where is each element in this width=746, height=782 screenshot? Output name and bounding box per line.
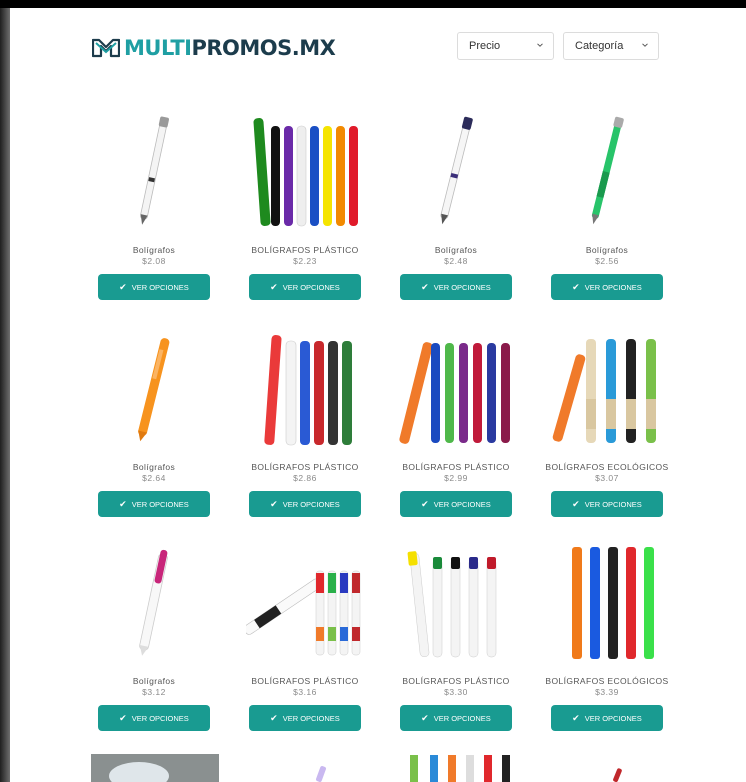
top-bar <box>0 0 746 8</box>
product-price: $2.86 <box>293 473 317 483</box>
check-icon: ✔ <box>119 712 127 723</box>
product-price: $2.64 <box>142 473 166 483</box>
view-options-button[interactable]: ✔ VER OPCIONES <box>98 274 210 300</box>
product-image[interactable] <box>397 112 515 230</box>
view-options-label: VER OPCIONES <box>433 713 491 723</box>
chevron-down-icon <box>537 43 543 47</box>
product-image[interactable] <box>548 543 666 661</box>
view-options-button[interactable]: ✔ VER OPCIONES <box>551 491 663 517</box>
product-price: $2.48 <box>444 256 468 266</box>
product-price: $3.39 <box>595 687 619 697</box>
check-icon: ✔ <box>572 498 580 509</box>
check-icon: ✔ <box>572 712 580 723</box>
chevron-down-icon <box>642 43 648 47</box>
view-options-button[interactable]: ✔ VER OPCIONES <box>400 491 512 517</box>
view-options-label: VER OPCIONES <box>584 499 642 509</box>
product-image[interactable] <box>246 112 364 230</box>
view-options-label: VER OPCIONES <box>131 282 189 292</box>
product-image[interactable] <box>397 543 515 661</box>
category-filter-label: Categoría <box>575 40 624 52</box>
product-price: $2.08 <box>142 256 166 266</box>
product-name: BOLÍGRAFOS PLÁSTICO <box>402 676 510 686</box>
product-name: BOLÍGRAFOS ECOLÓGICOS <box>545 462 669 472</box>
brand-name-part1: MULTI <box>124 36 192 60</box>
product-image[interactable] <box>608 768 626 782</box>
product-name: BOLÍGRAFOS PLÁSTICO <box>251 676 359 686</box>
view-options-button[interactable]: ✔ VER OPCIONES <box>400 274 512 300</box>
product-image[interactable] <box>246 543 364 661</box>
product-price: $3.07 <box>595 473 619 483</box>
envelope-logo-icon <box>92 38 120 58</box>
side-shadow <box>0 8 10 782</box>
check-icon: ✔ <box>572 281 580 292</box>
product-name: Bolígrafos <box>132 462 176 472</box>
product-name: Bolígrafos <box>585 245 629 255</box>
product-price: $2.56 <box>595 256 619 266</box>
check-icon: ✔ <box>421 281 429 292</box>
check-icon: ✔ <box>270 498 278 509</box>
product-name: BOLÍGRAFOS PLÁSTICO <box>402 462 510 472</box>
product-name: BOLÍGRAFOS PLÁSTICO <box>251 245 359 255</box>
product-price: $3.16 <box>293 687 317 697</box>
check-icon: ✔ <box>421 498 429 509</box>
check-icon: ✔ <box>119 281 127 292</box>
view-options-label: VER OPCIONES <box>131 713 189 723</box>
brand-name-part2: PROMOS.MX <box>191 36 336 60</box>
product-name: Bolígrafos <box>132 245 176 255</box>
view-options-button[interactable]: ✔ VER OPCIONES <box>98 705 210 731</box>
product-name: BOLÍGRAFOS ECOLÓGICOS <box>545 676 669 686</box>
view-options-button[interactable]: ✔ VER OPCIONES <box>551 274 663 300</box>
check-icon: ✔ <box>270 712 278 723</box>
product-name: BOLÍGRAFOS PLÁSTICO <box>251 462 359 472</box>
view-options-label: VER OPCIONES <box>282 713 340 723</box>
view-options-label: VER OPCIONES <box>282 499 340 509</box>
product-price: $2.99 <box>444 473 468 483</box>
product-image[interactable] <box>91 754 219 782</box>
view-options-button[interactable]: ✔ VER OPCIONES <box>400 705 512 731</box>
product-name: Bolígrafos <box>132 676 176 686</box>
product-image[interactable] <box>95 329 213 447</box>
view-options-button[interactable]: ✔ VER OPCIONES <box>249 491 361 517</box>
view-options-button[interactable]: ✔ VER OPCIONES <box>98 491 210 517</box>
view-options-label: VER OPCIONES <box>433 282 491 292</box>
product-image[interactable] <box>548 112 666 230</box>
category-filter-select[interactable]: Categoría <box>563 32 659 60</box>
brand-name: MULTIPROMOS.MX <box>124 36 336 60</box>
view-options-label: VER OPCIONES <box>282 282 340 292</box>
product-image[interactable] <box>310 764 330 782</box>
check-icon: ✔ <box>421 712 429 723</box>
page: MULTIPROMOS.MX Precio Categoría Bolígraf… <box>10 8 746 782</box>
product-price: $3.30 <box>444 687 468 697</box>
brand-logo[interactable]: MULTIPROMOS.MX <box>92 34 336 62</box>
product-image[interactable] <box>408 753 514 782</box>
product-image[interactable] <box>246 329 364 447</box>
product-image[interactable] <box>95 543 213 661</box>
product-name: Bolígrafos <box>434 245 478 255</box>
view-options-label: VER OPCIONES <box>584 713 642 723</box>
view-options-label: VER OPCIONES <box>433 499 491 509</box>
view-options-button[interactable]: ✔ VER OPCIONES <box>249 274 361 300</box>
view-options-button[interactable]: ✔ VER OPCIONES <box>551 705 663 731</box>
check-icon: ✔ <box>270 281 278 292</box>
product-price: $3.12 <box>142 687 166 697</box>
product-price: $2.23 <box>293 256 317 266</box>
check-icon: ✔ <box>119 498 127 509</box>
view-options-button[interactable]: ✔ VER OPCIONES <box>249 705 361 731</box>
product-image[interactable] <box>95 112 213 230</box>
price-filter-select[interactable]: Precio <box>457 32 554 60</box>
view-options-label: VER OPCIONES <box>131 499 189 509</box>
product-image[interactable] <box>397 329 515 447</box>
view-options-label: VER OPCIONES <box>584 282 642 292</box>
product-image[interactable] <box>548 329 666 447</box>
price-filter-label: Precio <box>469 40 501 52</box>
